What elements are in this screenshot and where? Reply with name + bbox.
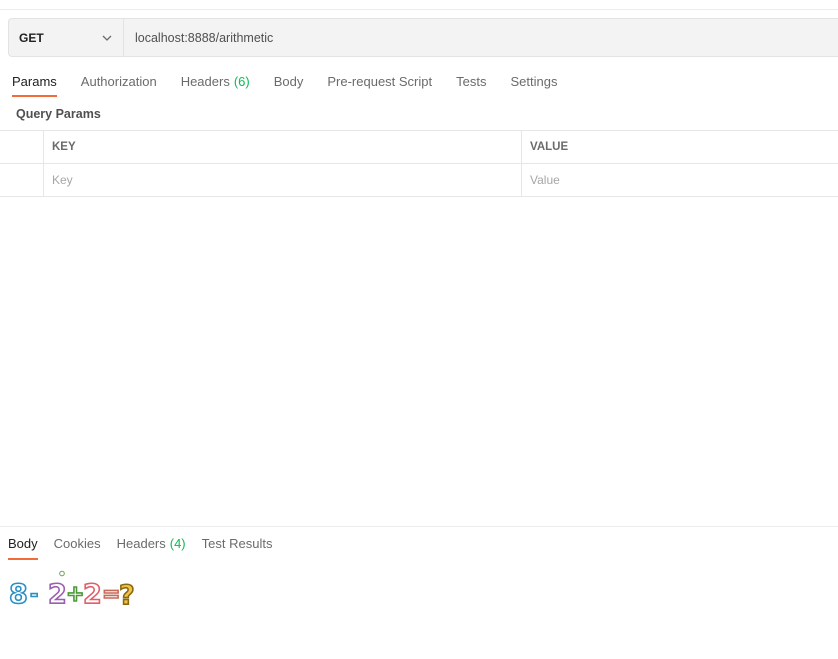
response-tab-body[interactable]: Body [8,535,38,560]
svg-text:=: = [102,582,120,607]
tab-label: Params [12,74,57,89]
url-field[interactable] [124,19,838,56]
svg-text:2: 2 [83,579,102,608]
captcha-image: 8 - 2 + 2 = ? [8,570,135,608]
headers-count: (6) [233,74,250,89]
tab-label: Tests [456,74,487,89]
svg-text:+: + [66,582,84,607]
tab-label: Pre-request Script [327,74,433,89]
method-select[interactable]: GET [9,19,124,56]
value-input[interactable] [530,173,823,187]
tab-authorization[interactable]: Authorization [81,73,157,93]
tab-params[interactable]: Params [12,73,57,97]
tab-label: Authorization [80,74,157,89]
params-empty-row [0,163,838,197]
value-column-header: VALUE [530,141,569,153]
tab-pre-request-script[interactable]: Pre-request Script [327,73,432,93]
tab-label: Body [8,536,38,551]
svg-text:8: 8 [9,579,28,608]
response-divider [0,526,838,527]
request-tabs: Params Authorization Headers (6) Body Pre… [12,73,581,97]
captcha-text: 8-2+2=? [0,0,1,1]
chevron-down-icon [102,35,112,41]
tab-tests[interactable]: Tests [456,73,486,93]
response-tab-cookies[interactable]: Cookies [54,535,101,555]
svg-text:2: 2 [48,579,67,608]
tab-label: Headers [116,536,166,551]
params-header-row: KEY VALUE [0,130,838,163]
tab-label: Test Results [201,536,273,551]
tab-label: Cookies [53,536,101,551]
response-headers-count: (4) [169,536,186,551]
query-params-title: Query Params [16,107,101,121]
params-table: KEY VALUE [0,130,838,197]
top-divider [0,9,838,10]
value-cell[interactable] [522,164,838,196]
method-label: GET [19,30,44,45]
tab-label: Headers [180,74,230,89]
key-column-header: KEY [44,131,522,163]
request-bar: GET [8,18,838,57]
row-checkbox-cell [0,164,44,196]
response-tabs: Body Cookies Headers (4) Test Results [8,535,288,560]
response-tab-test-results[interactable]: Test Results [202,535,273,555]
checkbox-column-header [0,131,44,163]
svg-text:-: - [30,582,38,606]
tab-settings[interactable]: Settings [510,73,557,93]
svg-text:?: ? [119,580,135,608]
key-cell[interactable] [44,164,522,196]
tab-body[interactable]: Body [274,73,304,93]
key-input[interactable] [52,173,498,187]
tab-label: Settings [510,74,558,89]
response-tab-headers[interactable]: Headers (4) [117,535,186,555]
tab-headers[interactable]: Headers (6) [181,73,250,93]
tab-label: Body [273,74,304,89]
url-input[interactable] [135,30,838,45]
